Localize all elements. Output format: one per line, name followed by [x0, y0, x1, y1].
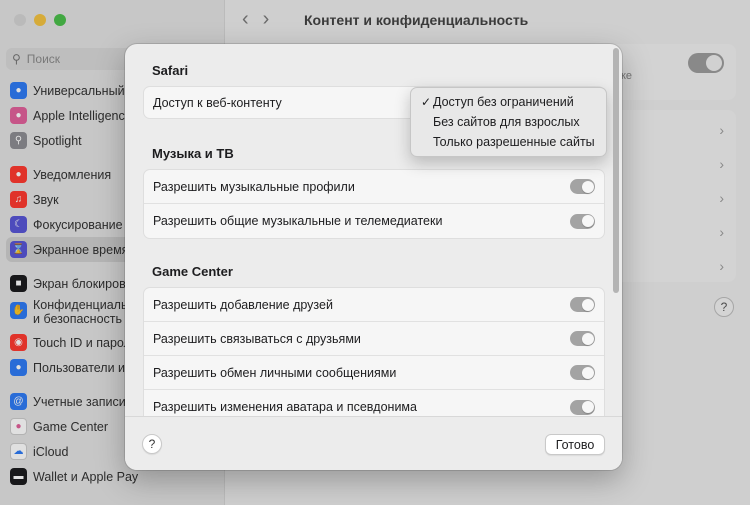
- shared-libraries-label: Разрешить общие музыкальные и телемедиат…: [153, 214, 443, 228]
- shared-libraries-toggle[interactable]: [570, 213, 595, 229]
- game-center-group: Разрешить добавление друзей Разрешить св…: [143, 287, 605, 416]
- help-button[interactable]: ?: [142, 434, 162, 454]
- avatar-changes-label: Разрешить изменения аватара и псевдонима: [153, 400, 417, 414]
- music-tv-group: Разрешить музыкальные профили Разрешить …: [143, 169, 605, 239]
- web-content-label: Доступ к веб-контенту: [153, 95, 282, 110]
- connect-friends-label: Разрешить связываться с друзьями: [153, 331, 361, 346]
- sheet-scrollbar[interactable]: [613, 48, 619, 293]
- section-title-music-tv: Музыка и ТВ: [152, 146, 234, 161]
- connect-friends-row: Разрешить связываться с друзьями: [144, 322, 604, 356]
- sheet-scroll-area[interactable]: Safari Доступ к веб-контенту Музыка и ТВ…: [125, 44, 622, 416]
- sheet-footer: ? Готово: [125, 416, 622, 470]
- menu-item-allowed-only[interactable]: Только разрешенные сайты: [411, 132, 606, 152]
- add-friends-label: Разрешить добавление друзей: [153, 297, 333, 312]
- web-content-dropdown-menu: ✓ Доступ без ограничений Без сайтов для …: [410, 87, 607, 157]
- music-profiles-label: Разрешить музыкальные профили: [153, 179, 355, 194]
- music-profiles-row: Разрешить музыкальные профили: [144, 170, 604, 204]
- avatar-changes-toggle[interactable]: [570, 399, 595, 415]
- add-friends-toggle[interactable]: [570, 297, 595, 312]
- music-profiles-toggle[interactable]: [570, 179, 595, 194]
- private-messages-toggle[interactable]: [570, 365, 595, 380]
- menu-item-no-adult[interactable]: Без сайтов для взрослых: [411, 112, 606, 132]
- private-messages-row: Разрешить обмен личными сообщениями: [144, 356, 604, 390]
- done-button[interactable]: Готово: [545, 434, 605, 455]
- menu-item-label: Только разрешенные сайты: [433, 135, 595, 149]
- content-privacy-sheet: Safari Доступ к веб-контенту Музыка и ТВ…: [125, 44, 622, 470]
- add-friends-row: Разрешить добавление друзей: [144, 288, 604, 322]
- avatar-changes-row: Разрешить изменения аватара и псевдонима: [144, 390, 604, 416]
- section-title-game-center: Game Center: [152, 264, 233, 279]
- shared-libraries-row: Разрешить общие музыкальные и телемедиат…: [144, 204, 604, 238]
- menu-item-label: Без сайтов для взрослых: [433, 115, 580, 129]
- connect-friends-toggle[interactable]: [570, 331, 595, 346]
- section-title-safari: Safari: [152, 63, 189, 78]
- checkmark-icon: ✓: [420, 95, 431, 109]
- private-messages-label: Разрешить обмен личными сообщениями: [153, 365, 397, 380]
- menu-item-unrestricted[interactable]: ✓ Доступ без ограничений: [411, 92, 606, 112]
- menu-item-label: Доступ без ограничений: [433, 95, 574, 109]
